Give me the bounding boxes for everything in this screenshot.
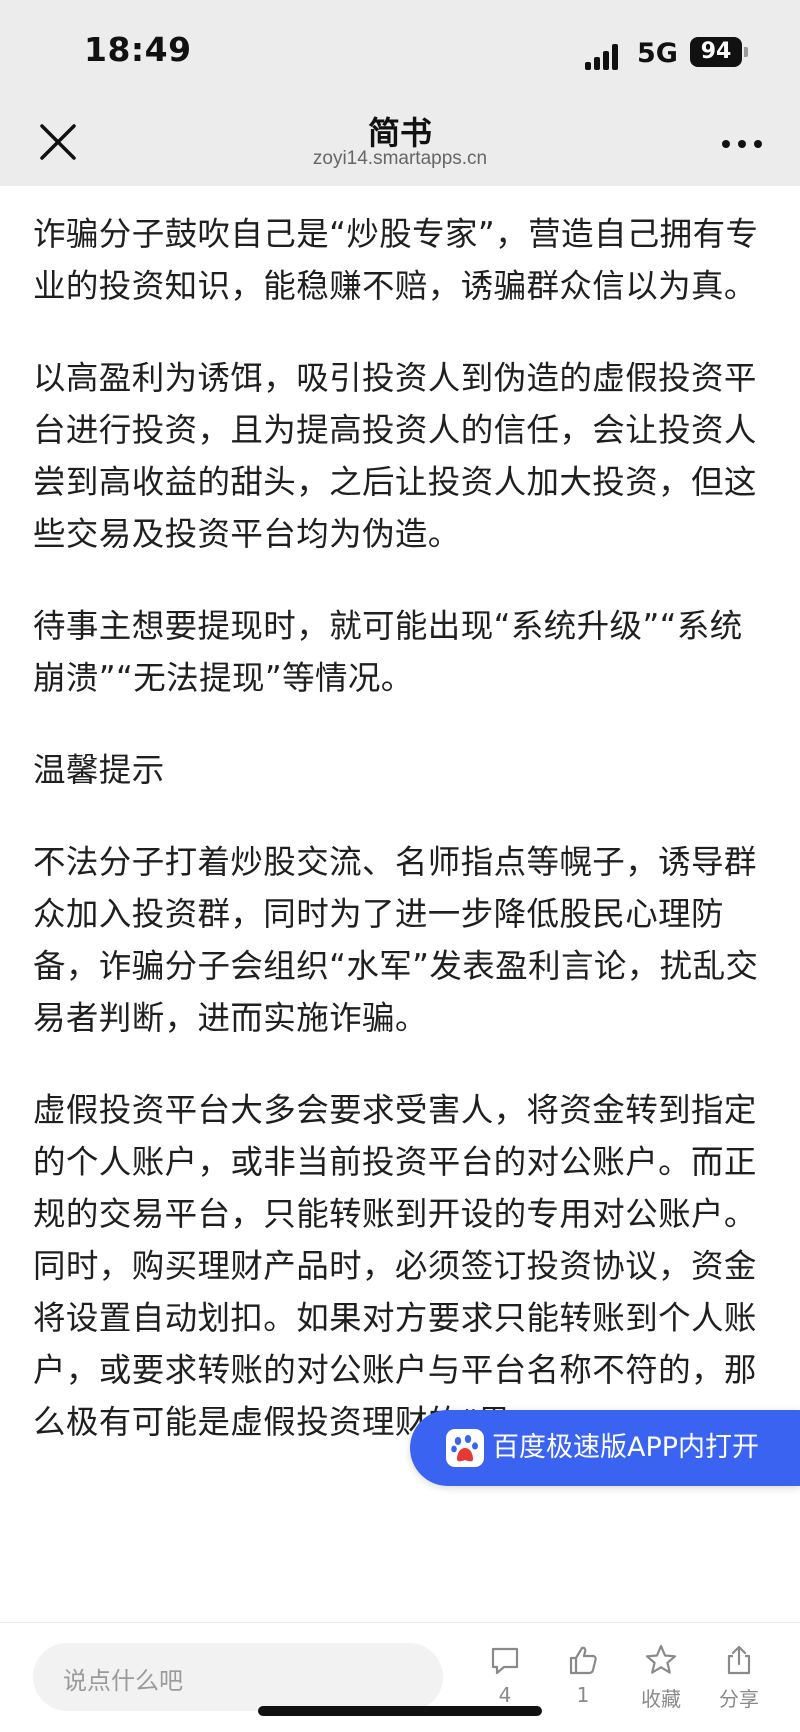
status-bar: 18:49 5G 94 bbox=[0, 0, 800, 100]
article-paragraph: 虚假投资平台大多会要求受害人，将资金转到指定的个人账户，或非当前投资平台的对公账… bbox=[33, 1091, 757, 1441]
more-icon-dot bbox=[754, 140, 762, 148]
more-button[interactable] bbox=[722, 138, 766, 150]
cellular-signal-icon bbox=[585, 44, 625, 70]
open-in-app-button[interactable]: 百度极速版APP内打开 bbox=[410, 1410, 800, 1486]
battery-icon: 94 bbox=[690, 37, 742, 67]
open-in-app-label: 百度极速版APP内打开 bbox=[492, 1432, 760, 1463]
battery-tip bbox=[744, 47, 748, 57]
article-content: 诈骗分子鼓吹自己是“炒股专家”，营造自己拥有专业的投资知识，能稳赚不赔，诱骗群众… bbox=[33, 186, 773, 1622]
nav-bar: 简书 zoyi14.smartapps.cn bbox=[0, 100, 800, 186]
article-paragraph: 不法分子打着炒股交流、名师指点等幌子，诱导群众加入投资群，同时为了进一步降低股民… bbox=[33, 843, 759, 1037]
comment-input[interactable]: 说点什么吧 bbox=[33, 1643, 443, 1711]
comment-icon bbox=[491, 1647, 519, 1675]
article-paragraph: 以高盈利为诱饵，吸引投资人到伪造的虚假投资平台进行投资，且为提高投资人的信任，会… bbox=[33, 359, 757, 553]
share-label: 分享 bbox=[719, 1687, 759, 1711]
page-domain: zoyi14.smartapps.cn bbox=[312, 148, 488, 169]
like-button[interactable]: 1 bbox=[548, 1643, 618, 1723]
article-paragraph: 诈骗分子鼓吹自己是“炒股专家”，营造自己拥有专业的投资知识，能稳赚不赔，诱骗群众… bbox=[33, 215, 759, 305]
status-time: 18:49 bbox=[84, 30, 192, 69]
home-indicator[interactable] bbox=[258, 1706, 542, 1716]
article-subheading: 温馨提示 bbox=[33, 751, 165, 789]
thumbs-up-icon bbox=[569, 1646, 597, 1675]
share-icon bbox=[727, 1645, 751, 1675]
baidu-paw-icon bbox=[446, 1429, 484, 1467]
comment-placeholder: 说点什么吧 bbox=[63, 1667, 183, 1695]
star-icon bbox=[645, 1644, 677, 1674]
favorite-label: 收藏 bbox=[641, 1687, 681, 1711]
more-icon-dot bbox=[738, 140, 746, 148]
share-button[interactable]: 分享 bbox=[704, 1643, 774, 1723]
network-type: 5G bbox=[637, 38, 678, 69]
comment-count: 4 bbox=[498, 1683, 512, 1707]
like-count: 1 bbox=[576, 1683, 590, 1707]
favorite-button[interactable]: 收藏 bbox=[626, 1643, 696, 1723]
article-paragraph: 待事主想要提现时，就可能出现“系统升级”“系统崩溃”“无法提现”等情况。 bbox=[33, 607, 743, 697]
more-icon-dot bbox=[722, 140, 730, 148]
